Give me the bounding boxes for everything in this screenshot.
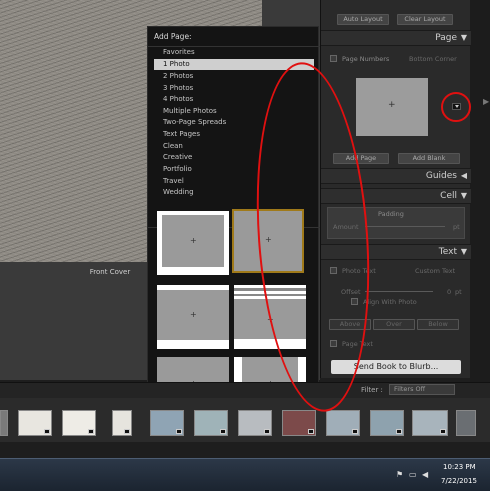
add-page-menu-title: Add Page: xyxy=(154,32,192,41)
filmstrip-thumb[interactable] xyxy=(18,410,52,436)
section-toggle-icon: ▼ xyxy=(460,191,467,200)
offset-unit: pt xyxy=(455,288,462,296)
flag-icon[interactable]: ⚑ xyxy=(396,470,403,479)
page-template-thumb[interactable]: + xyxy=(157,211,229,275)
section-toggle-icon: ▼ xyxy=(460,247,467,256)
page-numbers-position[interactable]: Bottom Corner xyxy=(409,55,457,63)
section-toggle-icon: ◀ xyxy=(460,171,467,180)
highlight-annotation xyxy=(441,92,471,122)
align-below-button[interactable]: Below xyxy=(417,319,459,330)
filmstrip-thumb[interactable] xyxy=(194,410,228,436)
padding-label: Padding xyxy=(378,210,404,218)
plus-icon: + xyxy=(190,236,197,245)
add-blank-button[interactable]: Add Blank xyxy=(398,153,460,164)
page-template-preview[interactable]: + xyxy=(356,78,428,136)
cell-section-title: Cell xyxy=(440,191,457,201)
plus-icon: + xyxy=(388,100,396,110)
panel-collapse-arrow-icon[interactable]: ▶ xyxy=(483,97,489,106)
filmstrip-thumb[interactable] xyxy=(370,410,404,436)
page-numbers-label: Page Numbers xyxy=(342,55,390,63)
clear-layout-button[interactable]: Clear Layout xyxy=(397,14,453,25)
page-section-header[interactable]: Page ▼ xyxy=(321,30,471,46)
section-toggle-icon: ▼ xyxy=(460,33,467,42)
filmstrip-thumb[interactable] xyxy=(238,410,272,436)
plus-icon: + xyxy=(190,310,197,319)
right-panel-edge xyxy=(470,0,490,410)
auto-layout-button[interactable]: Auto Layout xyxy=(337,14,389,25)
amount-unit: pt xyxy=(453,223,460,231)
align-over-button[interactable]: Over xyxy=(373,319,415,330)
front-cover-label: Front Cover xyxy=(89,268,131,276)
filmstrip-thumb[interactable] xyxy=(282,410,316,436)
text-section-title: Text xyxy=(438,247,457,257)
photo-text-value[interactable]: Custom Text xyxy=(415,267,455,275)
volume-icon[interactable]: ◀ xyxy=(422,470,428,479)
filmstrip-thumb[interactable] xyxy=(0,410,8,436)
page-section-title: Page xyxy=(435,33,457,43)
filmstrip-thumb[interactable] xyxy=(62,410,96,436)
clock-date[interactable]: 7/22/2015 xyxy=(441,477,477,485)
filmstrip-thumb[interactable] xyxy=(456,410,476,436)
page-numbers-checkbox[interactable] xyxy=(330,55,337,62)
clock-time[interactable]: 10:23 PM xyxy=(443,463,476,471)
filter-select[interactable]: Filters Off xyxy=(389,384,455,395)
offset-value: 0 xyxy=(447,288,452,296)
filmstrip-thumb[interactable] xyxy=(112,410,132,436)
amount-slider[interactable] xyxy=(365,226,445,227)
filmstrip-thumb[interactable] xyxy=(412,410,448,436)
monitor-icon[interactable]: ▭ xyxy=(409,470,417,479)
align-with-photo-label: Align With Photo xyxy=(363,298,417,306)
filmstrip-thumb[interactable] xyxy=(150,410,184,436)
guides-section-title: Guides xyxy=(425,171,457,181)
page-template-thumb[interactable]: + xyxy=(157,285,229,349)
menu-item-favorites[interactable]: Favorites xyxy=(154,47,314,58)
filter-label: Filter : xyxy=(361,386,383,394)
offset-slider[interactable] xyxy=(365,291,433,292)
filmstrip-thumb[interactable] xyxy=(326,410,360,436)
